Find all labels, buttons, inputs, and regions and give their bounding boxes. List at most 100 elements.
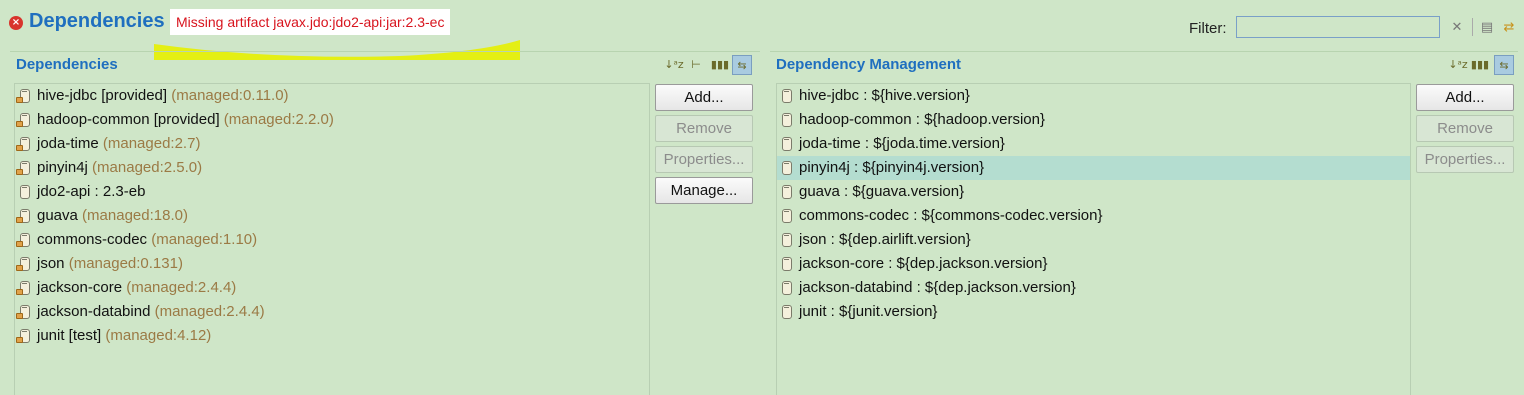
management-section-header: Dependency Management ↓ᵃz ▮▮▮ ⇆ xyxy=(770,51,1518,77)
lock-icon xyxy=(16,265,23,271)
managed-dependency-row[interactable]: json : ${dep.airlift.version} xyxy=(777,228,1410,252)
managed-dependency-name: pinyin4j : ${pinyin4j.version} xyxy=(799,159,985,176)
dependency-row[interactable]: jackson-databind (managed:2.4.4) xyxy=(15,300,649,324)
dependency-row[interactable]: pinyin4j (managed:2.5.0) xyxy=(15,156,649,180)
managed-version: (managed:0.131) xyxy=(68,255,183,272)
dependency-row[interactable]: joda-time (managed:2.7) xyxy=(15,132,649,156)
error-message[interactable]: Missing artifact javax.jdo:jdo2-api:jar:… xyxy=(170,9,451,35)
managed-dependency-row[interactable]: joda-time : ${joda.time.version} xyxy=(777,132,1410,156)
dependencies-manage-button[interactable]: Manage... xyxy=(655,177,753,204)
dependency-row[interactable]: hadoop-common [provided] (managed:2.2.0) xyxy=(15,108,649,132)
jar-icon xyxy=(782,113,792,127)
management-add-button[interactable]: Add... xyxy=(1416,84,1514,111)
dependency-row[interactable]: jdo2-api : 2.3-eb xyxy=(15,180,649,204)
dependency-row[interactable]: jackson-core (managed:2.4.4) xyxy=(15,276,649,300)
dependency-name: pinyin4j xyxy=(37,159,88,176)
managed-version: (managed:1.10) xyxy=(151,231,258,248)
managed-dependency-row[interactable]: jackson-core : ${dep.jackson.version} xyxy=(777,252,1410,276)
managed-dependency-row[interactable]: guava : ${guava.version} xyxy=(777,180,1410,204)
lock-icon xyxy=(16,121,23,127)
page-title: Dependencies xyxy=(29,10,165,32)
filter-icon[interactable]: ⇆ xyxy=(1494,55,1514,75)
managed-dependency-name: junit : ${junit.version} xyxy=(799,303,938,320)
dependency-name: joda-time xyxy=(37,135,99,152)
jar-icon xyxy=(782,185,792,199)
lock-icon xyxy=(16,145,23,151)
lock-icon xyxy=(16,217,23,223)
dependencies-add-button[interactable]: Add... xyxy=(655,84,753,111)
dependency-name: jdo2-api : 2.3-eb xyxy=(37,183,146,200)
managed-dependency-name: guava : ${guava.version} xyxy=(799,183,965,200)
dependency-row[interactable]: guava (managed:18.0) xyxy=(15,204,649,228)
dependency-name: commons-codec xyxy=(37,231,148,248)
management-section-title: Dependency Management xyxy=(776,56,962,73)
jar-icon xyxy=(782,161,792,175)
managed-dependency-name: hadoop-common : ${hadoop.version} xyxy=(799,111,1046,128)
clear-icon[interactable]: ✕ xyxy=(1448,18,1466,36)
managed-version: (managed:0.11.0) xyxy=(171,87,289,104)
lock-icon xyxy=(16,169,23,175)
lock-icon xyxy=(16,289,23,295)
jar-icon xyxy=(782,257,792,271)
toolbar-divider xyxy=(1472,18,1473,36)
management-properties-button[interactable]: Properties... xyxy=(1416,146,1514,173)
managed-version: (managed:4.12) xyxy=(105,327,212,344)
managed-dependency-name: jackson-core : ${dep.jackson.version} xyxy=(799,255,1048,272)
managed-dependency-name: commons-codec : ${commons-codec.version} xyxy=(799,207,1103,224)
columns-icon[interactable]: ▮▮▮ xyxy=(1470,55,1490,75)
managed-dependency-row[interactable]: hadoop-common : ${hadoop.version} xyxy=(777,108,1410,132)
dependency-name: jackson-core xyxy=(37,279,123,296)
filter-input[interactable] xyxy=(1236,16,1440,38)
managed-version: (managed:2.4.4) xyxy=(126,279,237,296)
management-list[interactable]: hive-jdbc : ${hive.version} hadoop-common… xyxy=(776,83,1411,395)
filter-icon[interactable]: ⇆ xyxy=(732,55,752,75)
management-remove-button[interactable]: Remove xyxy=(1416,115,1514,142)
jar-icon xyxy=(782,233,792,247)
managed-dependency-row[interactable]: junit : ${junit.version} xyxy=(777,300,1410,324)
dependencies-section-title: Dependencies xyxy=(16,56,118,73)
jar-icon xyxy=(782,89,792,103)
sort-az-icon[interactable]: ↓ᵃz xyxy=(1448,55,1468,75)
managed-dependency-name: json : ${dep.airlift.version} xyxy=(799,231,971,248)
dependency-row[interactable]: json (managed:0.131) xyxy=(15,252,649,276)
managed-version: (managed:2.5.0) xyxy=(92,159,203,176)
dependency-name: hive-jdbc [provided] xyxy=(37,87,168,104)
lock-icon xyxy=(16,241,23,247)
dependency-name: junit [test] xyxy=(37,327,102,344)
sort-az-icon[interactable]: ↓ᵃz xyxy=(664,55,684,75)
editor-header: × Dependencies Missing artifact javax.jd… xyxy=(0,0,1524,60)
managed-dependency-row[interactable]: pinyin4j : ${pinyin4j.version} xyxy=(777,156,1410,180)
managed-version: (managed:18.0) xyxy=(82,207,188,224)
dependency-row[interactable]: hive-jdbc [provided] (managed:0.11.0) xyxy=(15,84,649,108)
lock-icon xyxy=(16,97,23,103)
dependency-name: jackson-databind xyxy=(37,303,151,320)
jar-icon xyxy=(782,305,792,319)
columns-icon[interactable]: ▮▮▮ xyxy=(710,55,730,75)
dependencies-properties-button[interactable]: Properties... xyxy=(655,146,753,173)
jar-icon xyxy=(782,137,792,151)
managed-version: (managed:2.7) xyxy=(102,135,201,152)
managed-dependency-name: jackson-databind : ${dep.jackson.version… xyxy=(799,279,1076,296)
managed-dependency-row[interactable]: commons-codec : ${commons-codec.version} xyxy=(777,204,1410,228)
jar-icon xyxy=(20,185,30,199)
managed-version: (managed:2.4.4) xyxy=(154,303,265,320)
error-icon: × xyxy=(9,16,23,30)
jar-icon xyxy=(782,281,792,295)
dependencies-remove-button[interactable]: Remove xyxy=(655,115,753,142)
managed-dependency-row[interactable]: hive-jdbc : ${hive.version} xyxy=(777,84,1410,108)
dependencies-list[interactable]: hive-jdbc [provided] (managed:0.11.0) had… xyxy=(14,83,650,395)
dependency-row[interactable]: junit [test] (managed:4.12) xyxy=(15,324,649,348)
dependency-name: guava xyxy=(37,207,78,224)
dependencies-section-header: Dependencies ↓ᵃz ⊢ ▮▮▮ ⇆ xyxy=(10,51,760,77)
dependency-row[interactable]: commons-codec (managed:1.10) xyxy=(15,228,649,252)
jar-icon xyxy=(782,209,792,223)
dependency-name: json xyxy=(37,255,65,272)
filter-label: Filter: xyxy=(1189,20,1227,37)
managed-dependency-row[interactable]: jackson-databind : ${dep.jackson.version… xyxy=(777,276,1410,300)
sync-icon[interactable]: ⇄ xyxy=(1500,18,1518,36)
dependency-name: hadoop-common [provided] xyxy=(37,111,220,128)
hierarchy-icon[interactable]: ⊢ xyxy=(686,55,706,75)
lock-icon xyxy=(16,313,23,319)
managed-dependency-name: hive-jdbc : ${hive.version} xyxy=(799,87,970,104)
expand-icon[interactable]: ▤ xyxy=(1478,18,1496,36)
